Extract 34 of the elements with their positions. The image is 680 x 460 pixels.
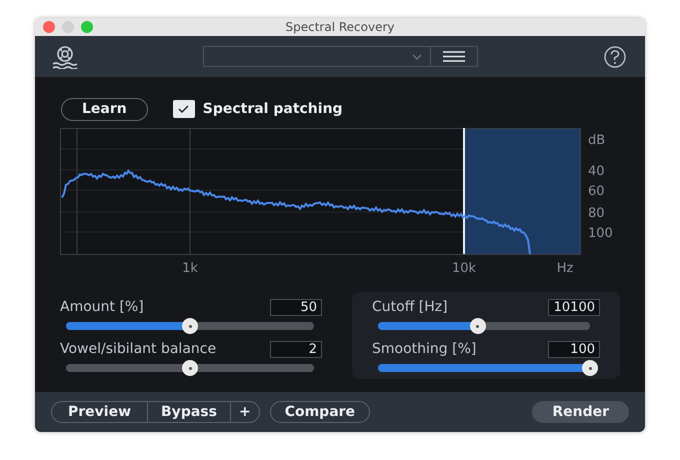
checkbox-label: Spectral patching [202, 100, 343, 118]
tick-label: 100 [588, 226, 613, 241]
window-title: Spectral Recovery [286, 19, 394, 36]
menu-button[interactable] [430, 46, 478, 67]
bypass-button[interactable]: Bypass [148, 402, 231, 422]
chevron-icon [412, 54, 422, 60]
value-field[interactable]: 10100 [548, 298, 600, 316]
checkbox[interactable] [172, 100, 195, 118]
render-button[interactable]: Render [532, 401, 629, 423]
slider-thumb[interactable] [182, 360, 198, 376]
slider-thumb[interactable] [470, 318, 486, 334]
tick-label: 40 [588, 164, 605, 179]
check-icon [178, 105, 190, 113]
slider-label: Amount [%] [60, 298, 144, 316]
slider-label: Smoothing [%] [372, 340, 476, 358]
value-field[interactable]: 2 [270, 340, 322, 358]
slider-thumb[interactable] [582, 360, 598, 376]
axis-unit: Hz [556, 261, 574, 276]
tick-label: 60 [588, 184, 605, 199]
tick-label: 1k [182, 261, 198, 276]
compare-button[interactable]: Compare [270, 401, 370, 423]
add-button[interactable]: + [230, 402, 259, 422]
tick-label: 80 [588, 206, 605, 221]
life-buoy-icon[interactable] [50, 44, 80, 68]
slider-label: Cutoff [Hz] [372, 298, 448, 316]
slider-label: Vowel/sibilant balance [60, 340, 216, 358]
menu-icon [442, 51, 464, 62]
learn-button[interactable]: Learn [61, 98, 148, 120]
value-field[interactable]: 100 [548, 340, 600, 358]
axis-unit: dB [588, 133, 606, 148]
slider-thumb[interactable] [182, 318, 198, 334]
preview-button[interactable]: Preview [52, 402, 148, 422]
value-field[interactable]: 50 [270, 298, 322, 316]
tick-label: 10k [452, 261, 476, 276]
